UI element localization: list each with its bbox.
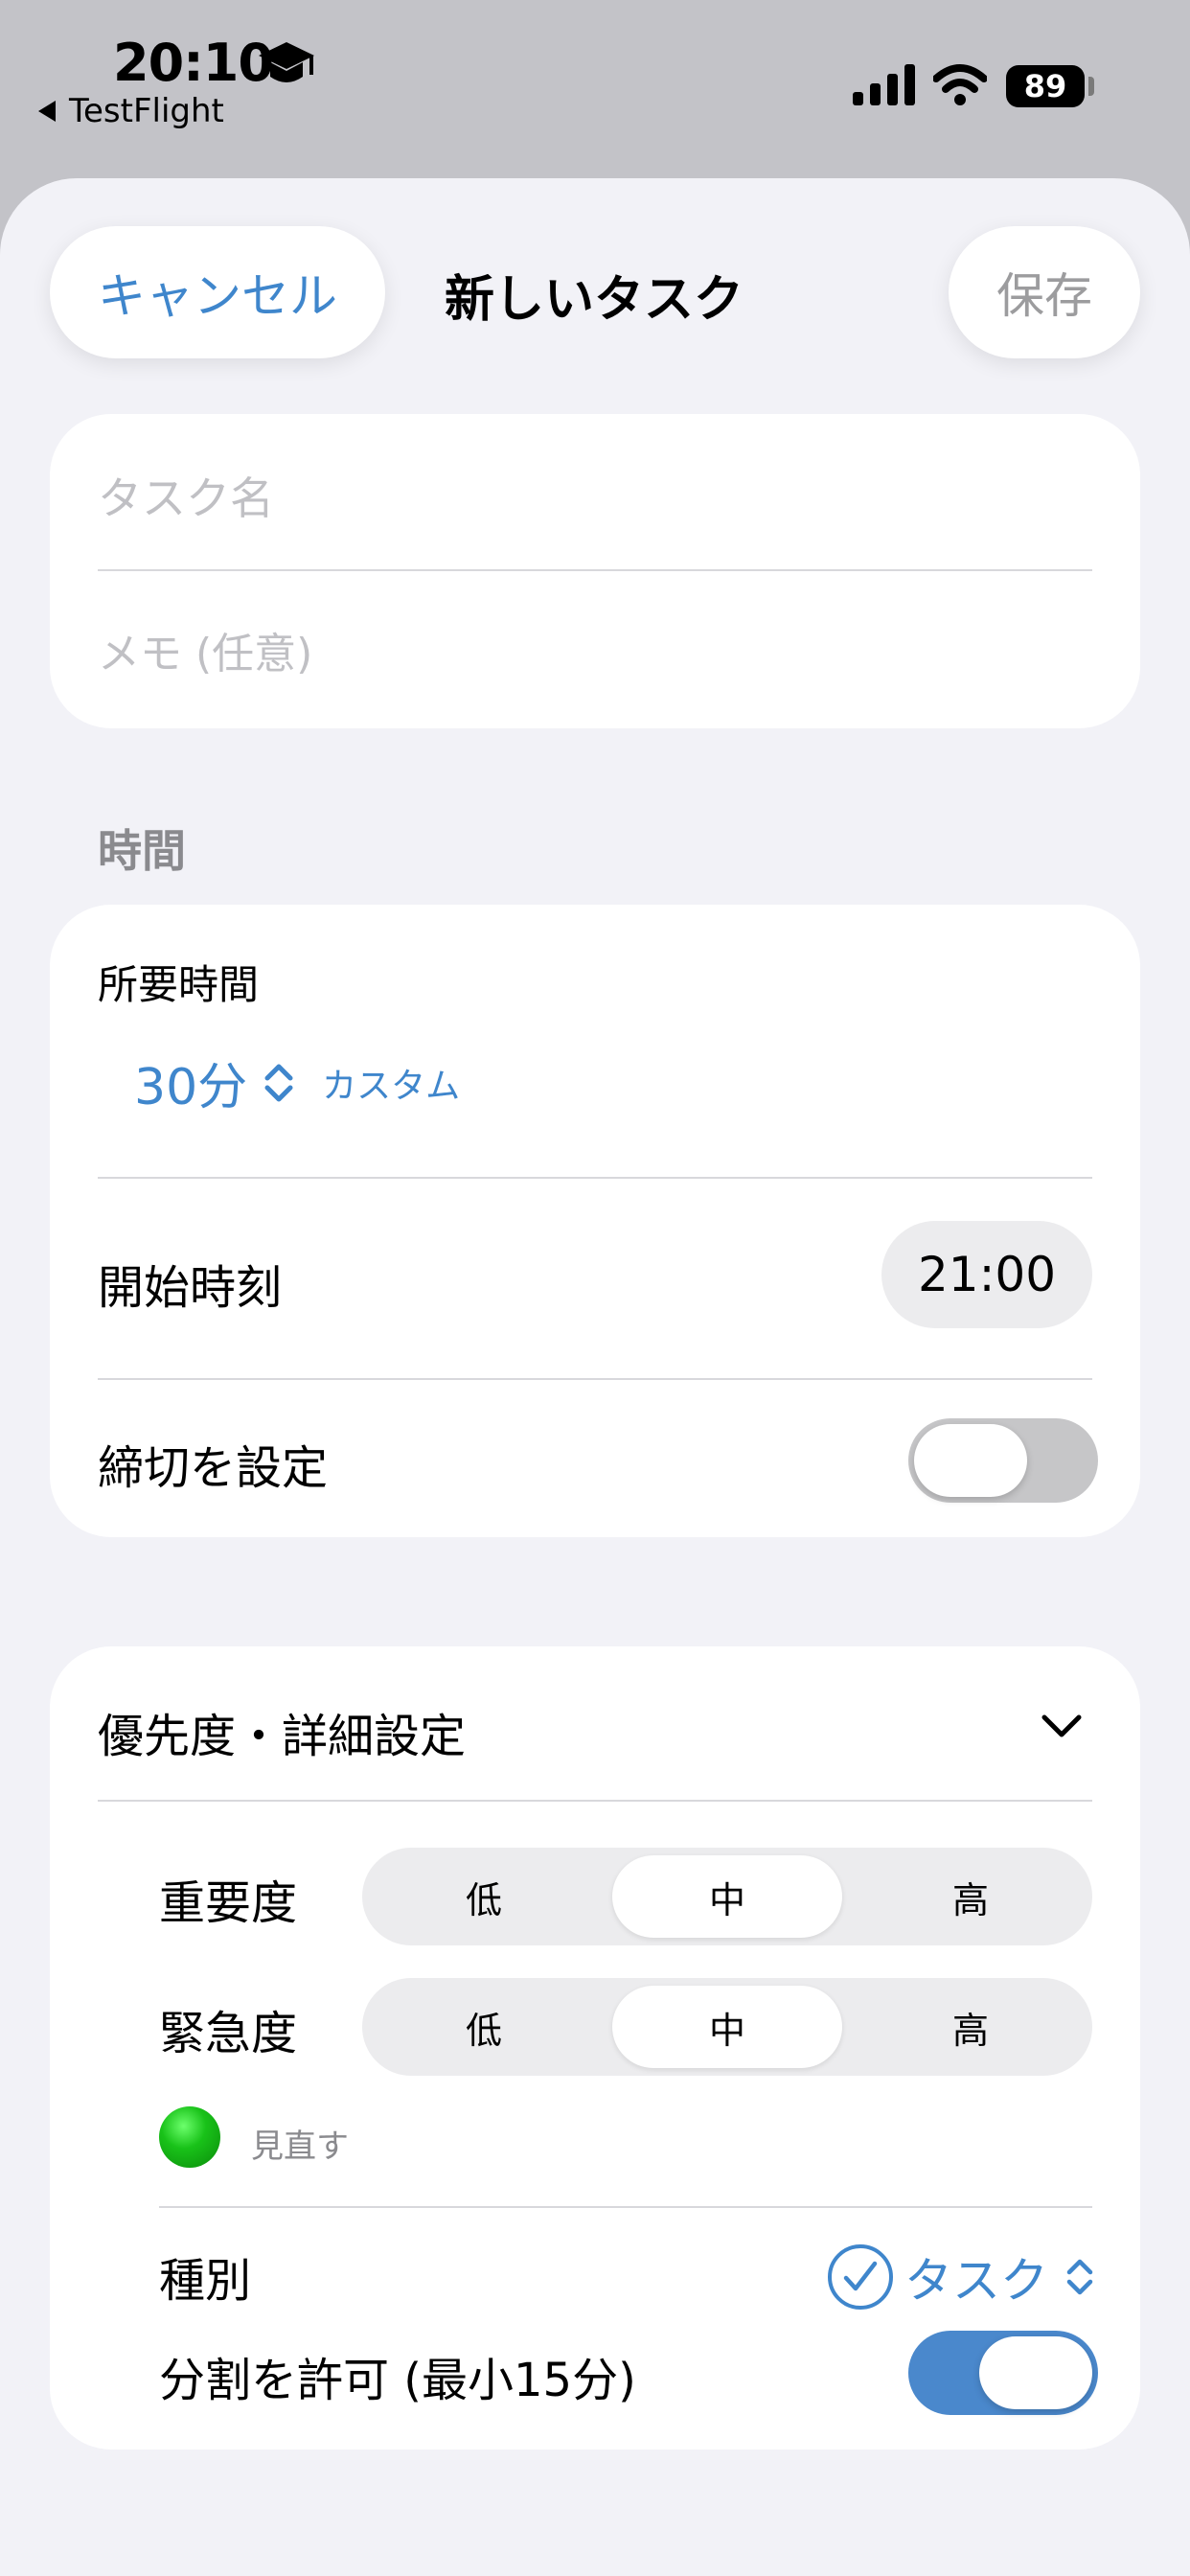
cancel-button[interactable]: キャンセル bbox=[50, 226, 385, 358]
task-info-card: タスク名 メモ (任意) bbox=[50, 414, 1140, 728]
type-picker[interactable]: タスク bbox=[826, 2242, 1094, 2312]
type-value: タスク bbox=[904, 2253, 1048, 2309]
importance-segmented-control: 低 中 高 bbox=[362, 1848, 1092, 1945]
cellular-signal-icon bbox=[853, 64, 915, 105]
allow-split-toggle[interactable] bbox=[908, 2331, 1098, 2415]
start-time-picker[interactable]: 21:00 bbox=[881, 1221, 1092, 1328]
divider bbox=[98, 569, 1092, 571]
status-time: 20:10 bbox=[113, 33, 274, 93]
chevron-up-down-icon bbox=[1066, 2259, 1093, 2295]
duration-picker[interactable]: 30分 カスタム bbox=[134, 1046, 460, 1118]
urgency-option-medium[interactable]: 中 bbox=[612, 1986, 842, 2068]
toggle-knob bbox=[979, 2336, 1092, 2409]
graduation-cap-icon bbox=[259, 42, 314, 82]
task-name-input[interactable]: タスク名 bbox=[98, 464, 274, 527]
divider bbox=[98, 1177, 1092, 1179]
urgency-label: 緊急度 bbox=[159, 2007, 298, 2060]
chevron-down-icon[interactable] bbox=[1041, 1712, 1083, 1740]
allow-split-label: 分割を許可 (最小15分) bbox=[159, 2354, 636, 2407]
duration-value: 30分 bbox=[134, 1059, 248, 1116]
type-label: 種別 bbox=[159, 2254, 252, 2308]
toggle-knob bbox=[914, 1424, 1027, 1497]
deadline-label: 締切を設定 bbox=[98, 1441, 329, 1495]
back-app-label: TestFlight bbox=[69, 92, 224, 130]
importance-label: 重要度 bbox=[159, 1876, 298, 1930]
save-button[interactable]: 保存 bbox=[949, 226, 1140, 358]
divider bbox=[159, 2206, 1092, 2208]
time-card: 所要時間 30分 カスタム 開始時刻 21:00 締切を設定 bbox=[50, 905, 1140, 1537]
page-title: 新しいタスク bbox=[444, 271, 744, 329]
divider bbox=[98, 1800, 1092, 1802]
status-dot bbox=[159, 2106, 220, 2168]
deadline-toggle[interactable] bbox=[908, 1418, 1098, 1503]
status-text: 見直す bbox=[251, 2128, 349, 2166]
memo-input[interactable]: メモ (任意) bbox=[98, 619, 312, 680]
custom-duration-button[interactable]: カスタム bbox=[322, 1058, 460, 1108]
back-to-app-link[interactable]: TestFlight bbox=[38, 92, 224, 130]
divider bbox=[98, 1378, 1092, 1380]
priority-details-card: 優先度・詳細設定 重要度 低 中 高 緊急度 低 中 高 見直す 種別 タスク … bbox=[50, 1646, 1140, 2450]
importance-option-medium[interactable]: 中 bbox=[612, 1855, 842, 1938]
back-arrow-icon bbox=[38, 101, 56, 122]
duration-label: 所要時間 bbox=[98, 961, 260, 1008]
checkmark-circle-icon bbox=[828, 2244, 893, 2310]
chevron-up-down-icon bbox=[264, 1064, 293, 1101]
importance-option-low[interactable]: 低 bbox=[362, 1848, 606, 1945]
importance-option-high[interactable]: 高 bbox=[849, 1848, 1092, 1945]
urgency-option-low[interactable]: 低 bbox=[362, 1978, 606, 2076]
start-time-label: 開始時刻 bbox=[98, 1261, 283, 1315]
wifi-icon bbox=[933, 64, 987, 105]
urgency-segmented-control: 低 中 高 bbox=[362, 1978, 1092, 2076]
priority-section-header[interactable]: 優先度・詳細設定 bbox=[98, 1698, 466, 1765]
battery-tip bbox=[1088, 77, 1094, 96]
time-section-header: 時間 bbox=[98, 825, 186, 877]
battery-indicator: 89 bbox=[1006, 65, 1085, 107]
urgency-option-high[interactable]: 高 bbox=[849, 1978, 1092, 2076]
